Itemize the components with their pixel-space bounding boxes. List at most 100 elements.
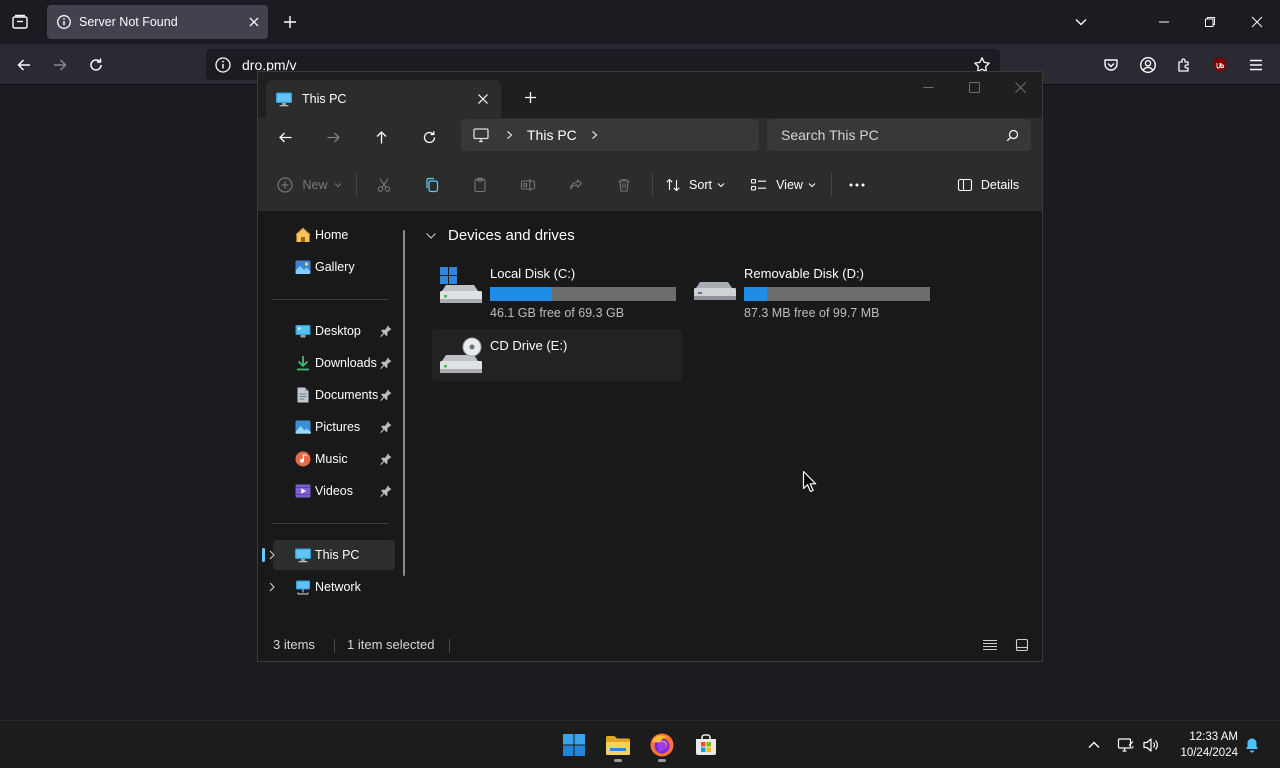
sort-icon (666, 178, 680, 192)
reload-button[interactable] (80, 49, 112, 81)
breadcrumb-chevron[interactable] (499, 125, 519, 145)
ublock-shield-icon (1214, 57, 1226, 73)
windows-taskbar: 12:33 AM 10/24/2024 (0, 720, 1280, 768)
taskbar-file-explorer[interactable] (600, 727, 636, 763)
app-menu-button[interactable] (1240, 49, 1272, 81)
sidebar-item-this-pc[interactable]: This PC (262, 540, 395, 570)
details-view-button[interactable] (978, 633, 1002, 657)
close-tab-button[interactable] (240, 8, 268, 36)
explorer-close-button[interactable] (997, 72, 1042, 102)
taskbar-firefox[interactable] (644, 727, 680, 763)
pocket-button[interactable] (1095, 49, 1127, 81)
view-list-icon (751, 178, 767, 191)
explorer-address-bar[interactable]: This PC (461, 119, 759, 151)
drive-c[interactable]: Local Disk (C:) 46.1 GB free of 69.3 GB (432, 257, 682, 321)
explorer-tab-this-pc[interactable]: This PC (266, 80, 501, 118)
breadcrumb-this-pc[interactable]: This PC (527, 127, 577, 143)
sort-label: Sort (689, 178, 712, 192)
pin-icon[interactable] (379, 420, 393, 434)
browser-close-button[interactable] (1234, 0, 1280, 44)
delete-button[interactable] (610, 170, 638, 200)
browser-restore-button[interactable] (1187, 0, 1233, 44)
cut-button[interactable] (370, 170, 398, 200)
browser-minimize-button[interactable] (1141, 0, 1187, 44)
details-button[interactable]: Details (952, 170, 1024, 200)
drive-d[interactable]: Removable Disk (D:) 87.3 MB free of 99.7… (686, 257, 936, 321)
arrow-right-icon (54, 59, 67, 71)
chevron-right-icon[interactable] (265, 580, 279, 594)
show-hidden-icons-button[interactable] (1082, 733, 1106, 757)
copy-icon (426, 177, 439, 193)
explorer-search-box[interactable]: Search This PC (767, 119, 1031, 151)
sidebar-item-documents[interactable]: Documents (273, 380, 395, 410)
sidebar-item-home[interactable]: Home (273, 220, 395, 250)
status-divider (449, 639, 450, 653)
music-icon (295, 451, 311, 467)
document-icon (297, 387, 309, 403)
volume-button[interactable] (1139, 733, 1163, 757)
copy-button[interactable] (418, 170, 446, 200)
search-button[interactable] (997, 120, 1027, 150)
explorer-forward-button[interactable] (315, 120, 351, 154)
sidebar-item-desktop[interactable]: Desktop (273, 316, 395, 346)
back-button[interactable] (8, 49, 40, 81)
browser-tab-title: Server Not Found (79, 15, 178, 29)
clock-time: 12:33 AM (1189, 731, 1238, 743)
ublock-origin-button[interactable] (1204, 49, 1236, 81)
sidebar-item-gallery[interactable]: Gallery (273, 252, 395, 282)
drive-free-space: 46.1 GB free of 69.3 GB (490, 306, 625, 320)
trash-icon (618, 178, 630, 192)
browser-tab-active[interactable]: Server Not Found (47, 5, 268, 39)
explorer-up-button[interactable] (363, 120, 399, 154)
forward-button[interactable] (44, 49, 76, 81)
tab-overview-button[interactable] (0, 0, 40, 44)
start-button[interactable] (556, 727, 592, 763)
pin-icon[interactable] (379, 484, 393, 498)
explorer-back-button[interactable] (267, 120, 303, 154)
view-button[interactable]: View (748, 170, 818, 200)
drive-e[interactable]: CD Drive (E:) (432, 329, 682, 381)
chevron-right-icon (506, 131, 512, 139)
large-icons-view-button[interactable] (1010, 633, 1034, 657)
account-button[interactable] (1132, 49, 1164, 81)
extensions-button[interactable] (1168, 49, 1200, 81)
pocket-icon (1104, 59, 1118, 71)
close-explorer-tab-button[interactable] (469, 85, 497, 113)
sidebar-item-network[interactable]: Network (269, 572, 395, 602)
explorer-maximize-button[interactable] (951, 72, 997, 102)
store-bag-icon (696, 734, 716, 755)
sidebar-item-downloads[interactable]: Downloads (273, 348, 395, 378)
new-tab-button[interactable] (275, 7, 305, 37)
notifications-button[interactable] (1240, 733, 1264, 757)
pin-icon[interactable] (379, 452, 393, 466)
taskbar-microsoft-store[interactable] (688, 727, 724, 763)
sidebar-item-videos[interactable]: Videos (273, 476, 395, 506)
chevron-right-icon[interactable] (265, 548, 279, 562)
sidebar-item-label: Downloads (315, 356, 377, 370)
paste-button[interactable] (466, 170, 494, 200)
pin-icon[interactable] (379, 324, 393, 338)
taskbar-clock[interactable]: 12:33 AM 10/24/2024 (1168, 729, 1238, 761)
rename-button[interactable] (514, 170, 542, 200)
devices-section-header[interactable]: Devices and drives (424, 227, 575, 244)
network-status-button[interactable] (1114, 733, 1138, 757)
explorer-title-bar: This PC (258, 72, 1042, 118)
chevron-down-icon (717, 183, 725, 188)
sort-button[interactable]: Sort (662, 170, 728, 200)
sidebar-scrollbar[interactable] (403, 230, 405, 576)
new-button[interactable]: New (276, 170, 342, 200)
explorer-minimize-button[interactable] (905, 72, 951, 102)
sidebar-item-music[interactable]: Music (273, 444, 395, 474)
sidebar-item-pictures[interactable]: Pictures (273, 412, 395, 442)
breadcrumb-chevron-end[interactable] (585, 125, 605, 145)
share-icon (569, 179, 583, 190)
list-all-tabs-button[interactable] (1066, 7, 1096, 37)
share-button[interactable] (562, 170, 590, 200)
info-icon (57, 15, 71, 29)
explorer-refresh-button[interactable] (411, 120, 447, 154)
explorer-new-tab-button[interactable] (516, 84, 544, 110)
pin-icon[interactable] (379, 356, 393, 370)
toolbar-divider (356, 173, 357, 197)
see-more-button[interactable] (842, 170, 872, 200)
pin-icon[interactable] (379, 388, 393, 402)
